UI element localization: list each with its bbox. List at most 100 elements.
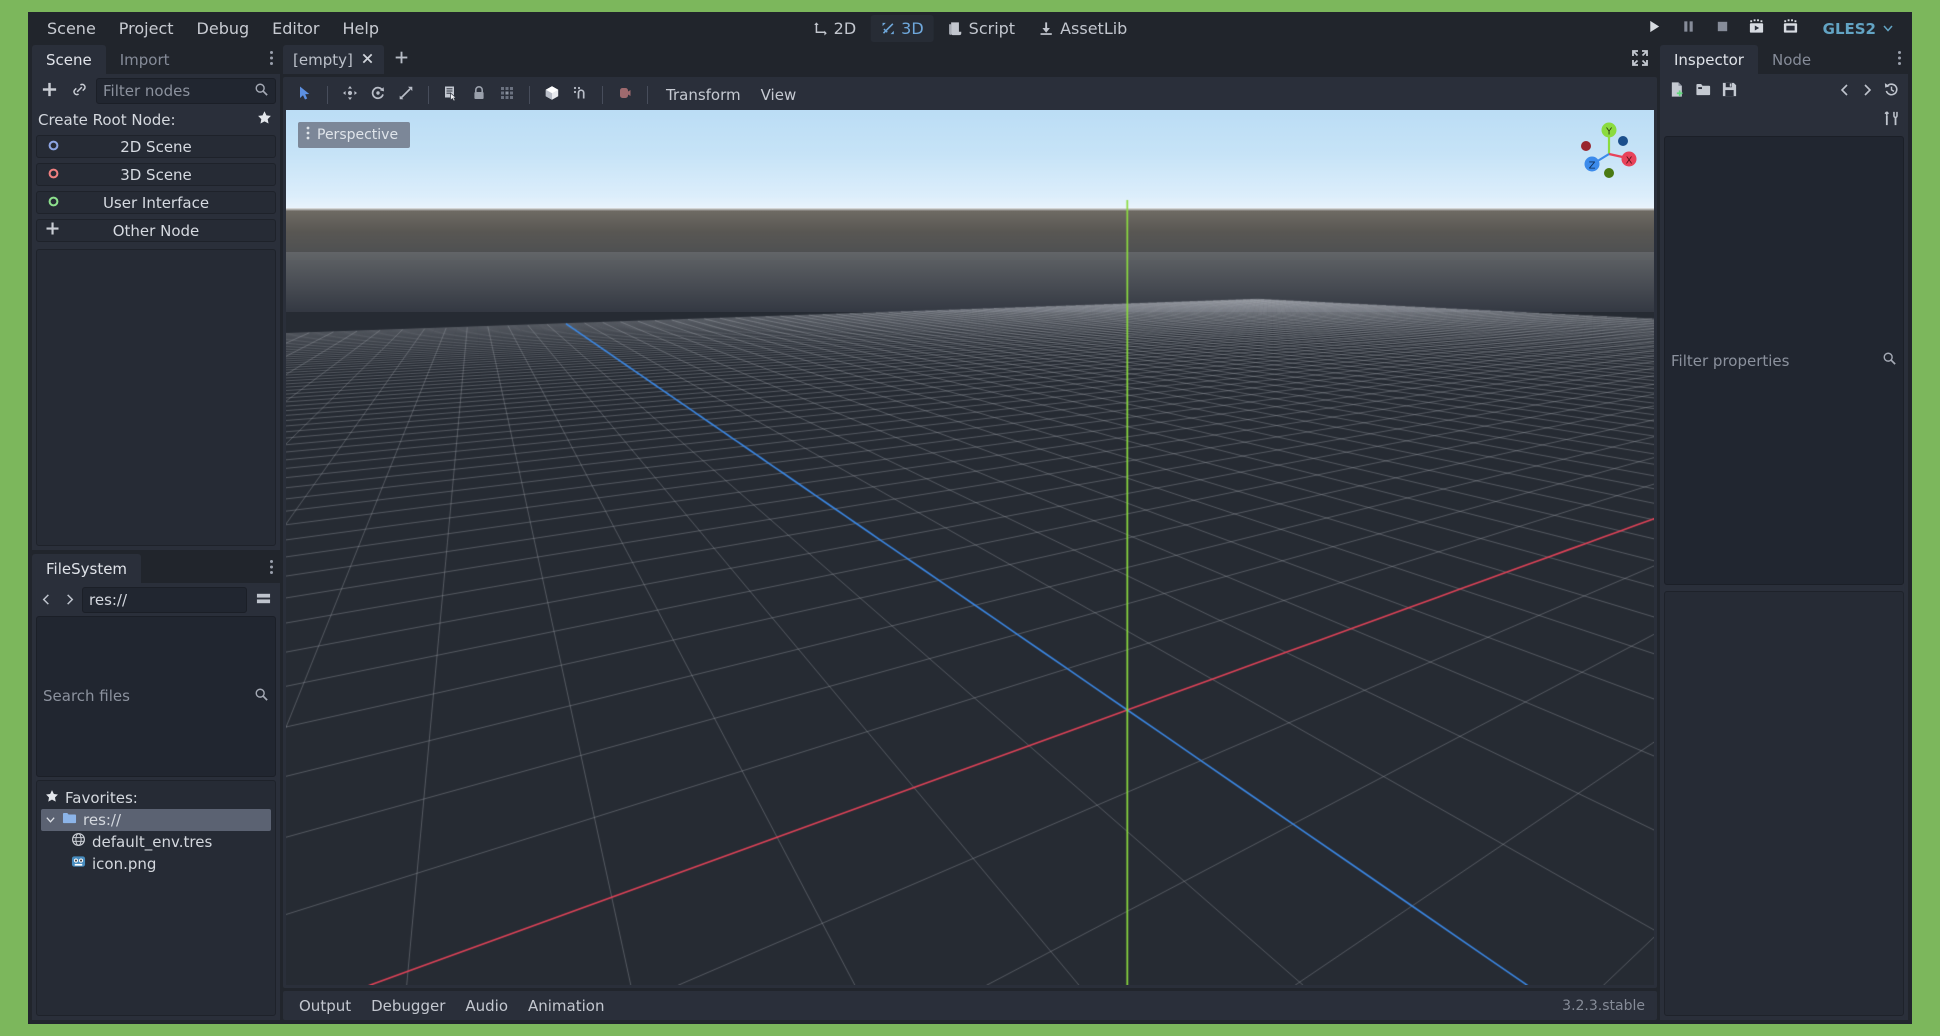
tab-node[interactable]: Node	[1758, 45, 1825, 74]
bottom-tab-audio[interactable]: Audio	[455, 994, 518, 1018]
scene-dock-menu-button[interactable]	[269, 49, 274, 70]
star-icon[interactable]	[257, 110, 272, 129]
pause-button[interactable]	[1673, 16, 1705, 42]
group-button[interactable]	[494, 82, 520, 108]
tab-assetlib[interactable]: AssetLib	[1029, 15, 1137, 42]
filter-nodes-input[interactable]: Filter nodes	[96, 78, 276, 104]
move-icon	[342, 85, 358, 105]
fs-search-input[interactable]: Search files	[36, 616, 276, 777]
play-scene-button[interactable]	[1741, 16, 1773, 42]
view-menu-button[interactable]: View	[752, 83, 806, 107]
filesystem-tree[interactable]: Favorites: res:// default_env.tres icon.…	[36, 779, 276, 1016]
svg-text:Y: Y	[1605, 127, 1613, 138]
bottom-tab-debugger[interactable]: Debugger	[361, 994, 455, 1018]
chevron-down-icon[interactable]	[45, 811, 56, 829]
fs-split-mode-button[interactable]	[250, 587, 276, 613]
tab-script[interactable]: Script	[938, 15, 1025, 42]
bottom-tab-output[interactable]: Output	[289, 994, 361, 1018]
tree-item-icon-png[interactable]: icon.png	[41, 853, 271, 875]
menu-scene[interactable]: Scene	[36, 16, 107, 41]
scene-tree-empty-area[interactable]	[36, 249, 276, 546]
menu-bar: Scene Project Debug Editor Help 2D 3D Sc…	[28, 12, 1912, 45]
tree-item-res-root[interactable]: res://	[41, 808, 271, 831]
left-dock: Scene Import Filter nodes Create Root No…	[32, 45, 280, 1020]
tab-assetlib-label: AssetLib	[1060, 19, 1128, 38]
play-scene-icon	[1748, 18, 1765, 39]
node2d-icon	[47, 137, 60, 156]
create-root-node-title: Create Root Node:	[38, 110, 176, 129]
fs-path-input[interactable]: res://	[82, 587, 247, 613]
scene-tab-empty[interactable]: [empty]	[283, 45, 384, 74]
list-select-button[interactable]	[438, 82, 464, 108]
tab-import[interactable]: Import	[106, 45, 184, 74]
lock-icon	[471, 85, 487, 105]
fs-path-value: res://	[89, 591, 128, 609]
create-other-node-button[interactable]: Other Node	[36, 219, 276, 242]
play-custom-scene-button[interactable]	[1775, 16, 1807, 42]
menu-debug[interactable]: Debug	[186, 16, 261, 41]
snap-button[interactable]	[567, 82, 593, 108]
renderer-selector[interactable]: GLES2	[1815, 16, 1902, 42]
fs-back-button[interactable]	[36, 587, 56, 613]
menu-project[interactable]: Project	[108, 16, 185, 41]
chevron-down-icon	[1882, 20, 1894, 38]
stop-button[interactable]	[1707, 16, 1739, 42]
3d-viewport[interactable]: Perspective Y X Z	[286, 110, 1654, 985]
transform-menu-button[interactable]: Transform	[657, 83, 750, 107]
tree-item-default-env[interactable]: default_env.tres	[41, 831, 271, 853]
menu-help[interactable]: Help	[332, 16, 390, 41]
perspective-label: Perspective	[317, 127, 399, 143]
add-node-button[interactable]	[36, 78, 62, 104]
pause-icon	[1681, 19, 1696, 38]
new-resource-button[interactable]	[1664, 78, 1690, 104]
instance-scene-button[interactable]	[66, 78, 92, 104]
history-button[interactable]	[1878, 78, 1904, 104]
toolbar-separator	[602, 86, 603, 104]
filesystem-dock-body: res:// Search files Favorites: res:// de…	[32, 583, 280, 1020]
toolbar-separator	[327, 86, 328, 104]
create-3d-scene-button[interactable]: 3D Scene	[36, 163, 276, 186]
viewport-axis-gizmo[interactable]: Y X Z	[1578, 120, 1640, 184]
create-2d-scene-label: 2D Scene	[120, 137, 192, 156]
plus-icon	[45, 221, 60, 240]
load-resource-button[interactable]	[1690, 78, 1716, 104]
object-menu-button[interactable]	[1878, 107, 1904, 133]
renderer-label: GLES2	[1822, 19, 1876, 38]
rotate-mode-button[interactable]	[365, 82, 391, 108]
fs-forward-button[interactable]	[59, 587, 79, 613]
tab-3d[interactable]: 3D	[870, 15, 934, 42]
tab-inspector[interactable]: Inspector	[1660, 45, 1758, 74]
move-mode-button[interactable]	[337, 82, 363, 108]
inspector-dock-menu-button[interactable]	[1897, 49, 1902, 70]
tree-item-favorites[interactable]: Favorites:	[41, 787, 271, 809]
distraction-free-mode-button[interactable]	[1631, 49, 1649, 71]
local-space-button[interactable]	[539, 82, 565, 108]
viewport-perspective-badge[interactable]: Perspective	[298, 122, 411, 148]
tab-scene[interactable]: Scene	[32, 45, 106, 74]
history-next-button[interactable]	[1856, 78, 1878, 104]
search-icon	[254, 687, 269, 706]
scale-mode-button[interactable]	[393, 82, 419, 108]
filesystem-dock-menu-button[interactable]	[269, 558, 274, 579]
editor-body: Scene Import Filter nodes Create Root No…	[28, 45, 1912, 1024]
select-mode-button[interactable]	[292, 82, 318, 108]
list-select-icon	[443, 85, 459, 105]
close-icon[interactable]	[361, 51, 374, 69]
filter-properties-input[interactable]: Filter properties	[1664, 136, 1904, 585]
lock-button[interactable]	[466, 82, 492, 108]
save-resource-button[interactable]	[1716, 78, 1742, 104]
group-icon	[499, 85, 515, 105]
tab-filesystem[interactable]: FileSystem	[32, 554, 142, 583]
bottom-tab-animation[interactable]: Animation	[518, 994, 614, 1018]
add-scene-tab-button[interactable]	[384, 45, 419, 74]
tree-item-label: Favorites:	[65, 788, 138, 807]
tab-2d[interactable]: 2D	[803, 15, 867, 42]
play-button[interactable]	[1639, 16, 1671, 42]
create-user-interface-button[interactable]: User Interface	[36, 191, 276, 214]
inspector-properties-area[interactable]	[1664, 591, 1904, 1016]
script-icon	[948, 21, 963, 36]
camera-preview-button[interactable]	[612, 82, 638, 108]
history-prev-button[interactable]	[1834, 78, 1856, 104]
menu-editor[interactable]: Editor	[261, 16, 330, 41]
create-2d-scene-button[interactable]: 2D Scene	[36, 135, 276, 158]
